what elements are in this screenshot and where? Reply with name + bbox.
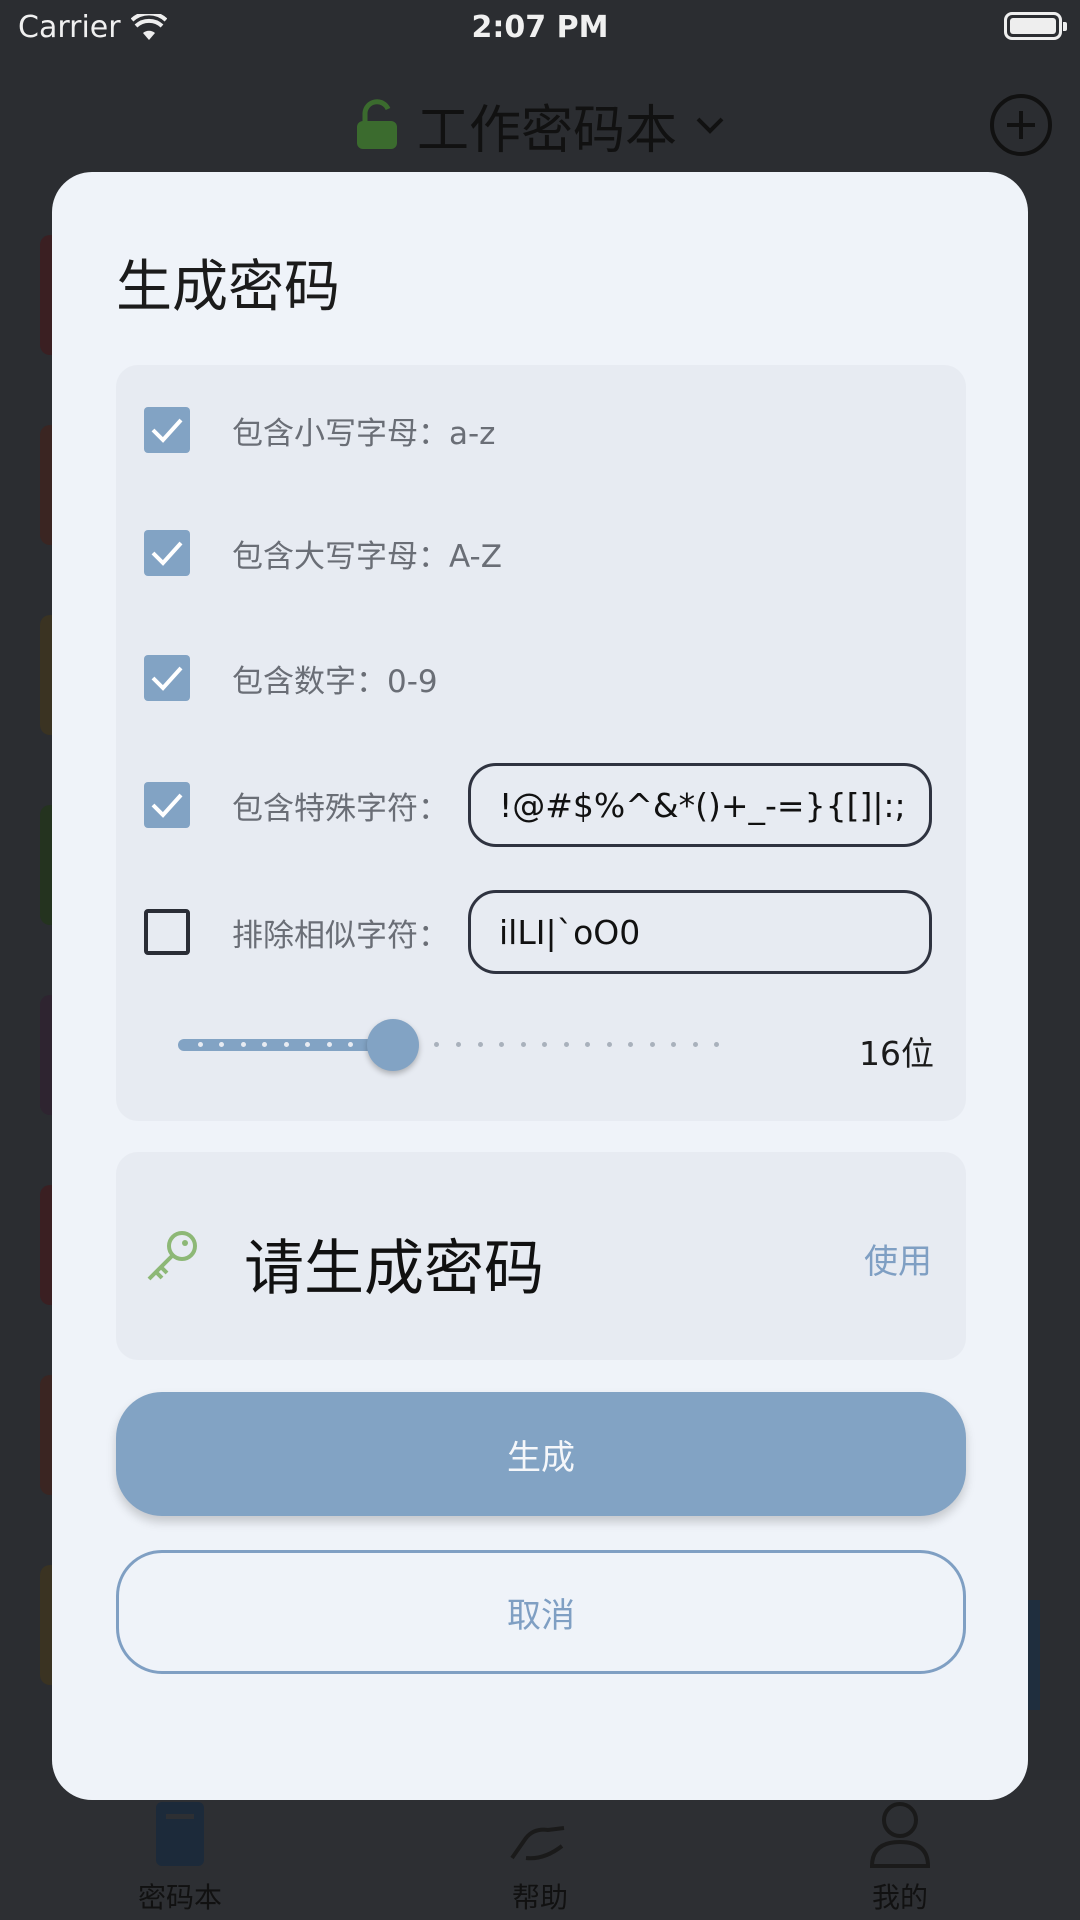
slider-step-dot bbox=[456, 1042, 461, 1047]
tab-label: 帮助 bbox=[511, 1881, 568, 1914]
generate-password-dialog: 生成密码 包含小写字母：a-z 包含大写字母：A-Z 包含数字：0-9 包含特殊… bbox=[52, 172, 1028, 1800]
nav-header: 工作密码本 bbox=[0, 80, 1080, 170]
slider-step-dot bbox=[499, 1042, 504, 1047]
option-label: 包含大写字母：A-Z bbox=[232, 538, 502, 575]
checkmark-icon bbox=[151, 541, 183, 566]
slider-step-dot bbox=[219, 1042, 224, 1047]
notebook-title: 工作密码本 bbox=[416, 100, 677, 161]
battery-icon bbox=[1004, 12, 1067, 40]
slider-step-dot bbox=[542, 1042, 547, 1047]
slider-step-dot bbox=[241, 1042, 246, 1047]
special-checkbox[interactable] bbox=[144, 782, 190, 828]
generated-password: 请生成密码 bbox=[244, 1234, 544, 1304]
status-time: 2:07 PM bbox=[471, 10, 609, 45]
generate-button[interactable]: 生成 bbox=[116, 1392, 966, 1516]
slider-step-dot bbox=[305, 1042, 310, 1047]
exclude-similar-checkbox[interactable] bbox=[144, 909, 190, 955]
option-label: 包含特殊字符： bbox=[232, 790, 449, 827]
result-panel: 请生成密码 使用 bbox=[116, 1152, 966, 1360]
lowercase-checkbox[interactable] bbox=[144, 407, 190, 453]
length-value: 16位 bbox=[859, 1034, 934, 1073]
slider-step-dot bbox=[714, 1042, 719, 1047]
dialog-title: 生成密码 bbox=[116, 255, 340, 320]
tab-label: 我的 bbox=[871, 1881, 928, 1914]
similar-chars-field[interactable]: ilLI|`oO0 bbox=[468, 890, 932, 974]
slider-step-dot bbox=[434, 1042, 439, 1047]
slider-step-dot bbox=[327, 1042, 332, 1047]
option-special[interactable]: 包含特殊字符： bbox=[144, 775, 449, 835]
option-exclude-similar[interactable]: 排除相似字符： bbox=[144, 902, 449, 962]
slider-step-dot bbox=[284, 1042, 289, 1047]
slider-step-dot bbox=[348, 1042, 353, 1047]
option-label: 包含小写字母：a-z bbox=[232, 415, 496, 452]
length-slider[interactable] bbox=[178, 1015, 738, 1075]
user-icon bbox=[869, 1802, 931, 1868]
slider-step-dot bbox=[585, 1042, 590, 1047]
uppercase-checkbox[interactable] bbox=[144, 530, 190, 576]
tab-label: 密码本 bbox=[137, 1881, 222, 1914]
slider-step-dot bbox=[650, 1042, 655, 1047]
notebook-switcher[interactable]: 工作密码本 bbox=[0, 80, 1080, 170]
option-lowercase[interactable]: 包含小写字母：a-z bbox=[144, 400, 495, 460]
tab-mine[interactable]: 我的 bbox=[800, 1790, 1000, 1916]
slider-step-dot bbox=[564, 1042, 569, 1047]
slider-step-dot bbox=[478, 1042, 483, 1047]
chevron-down-icon bbox=[696, 117, 724, 134]
slider-step-dot bbox=[671, 1042, 676, 1047]
slider-step-dot bbox=[607, 1042, 612, 1047]
key-icon bbox=[147, 1231, 197, 1281]
slider-step-dot bbox=[521, 1042, 526, 1047]
options-panel: 包含小写字母：a-z 包含大写字母：A-Z 包含数字：0-9 包含特殊字符： !… bbox=[116, 365, 966, 1121]
digits-checkbox[interactable] bbox=[144, 655, 190, 701]
add-notebook-button[interactable] bbox=[990, 94, 1052, 156]
checkmark-icon bbox=[151, 666, 183, 691]
use-password-button[interactable]: 使用 bbox=[864, 1234, 932, 1283]
tab-bar: 密码本 帮助 我的 bbox=[0, 1780, 1080, 1920]
option-digits[interactable]: 包含数字：0-9 bbox=[144, 648, 438, 708]
circle-plus-icon bbox=[1007, 111, 1035, 139]
special-chars-field[interactable]: !@#$%^&*()+_-=}{[]|:; bbox=[468, 763, 932, 847]
help-hand-icon bbox=[510, 1826, 565, 1861]
tab-help[interactable]: 帮助 bbox=[440, 1790, 640, 1916]
checkmark-icon bbox=[151, 418, 183, 443]
slider-step-dot bbox=[198, 1042, 203, 1047]
slider-step-dot bbox=[693, 1042, 698, 1047]
checkmark-icon bbox=[151, 793, 183, 818]
option-label: 排除相似字符： bbox=[232, 917, 449, 954]
option-label: 包含数字：0-9 bbox=[232, 663, 438, 700]
slider-thumb[interactable] bbox=[367, 1019, 419, 1071]
book-icon bbox=[156, 1802, 204, 1866]
slider-step-dot bbox=[628, 1042, 633, 1047]
tab-passwords[interactable]: 密码本 bbox=[80, 1790, 280, 1916]
slider-step-dot bbox=[262, 1042, 267, 1047]
unlocked-padlock-icon bbox=[356, 99, 397, 149]
option-uppercase[interactable]: 包含大写字母：A-Z bbox=[144, 523, 502, 583]
status-bar: Carrier 2:07 PM bbox=[0, 0, 1080, 54]
cancel-button[interactable]: 取消 bbox=[116, 1550, 966, 1674]
